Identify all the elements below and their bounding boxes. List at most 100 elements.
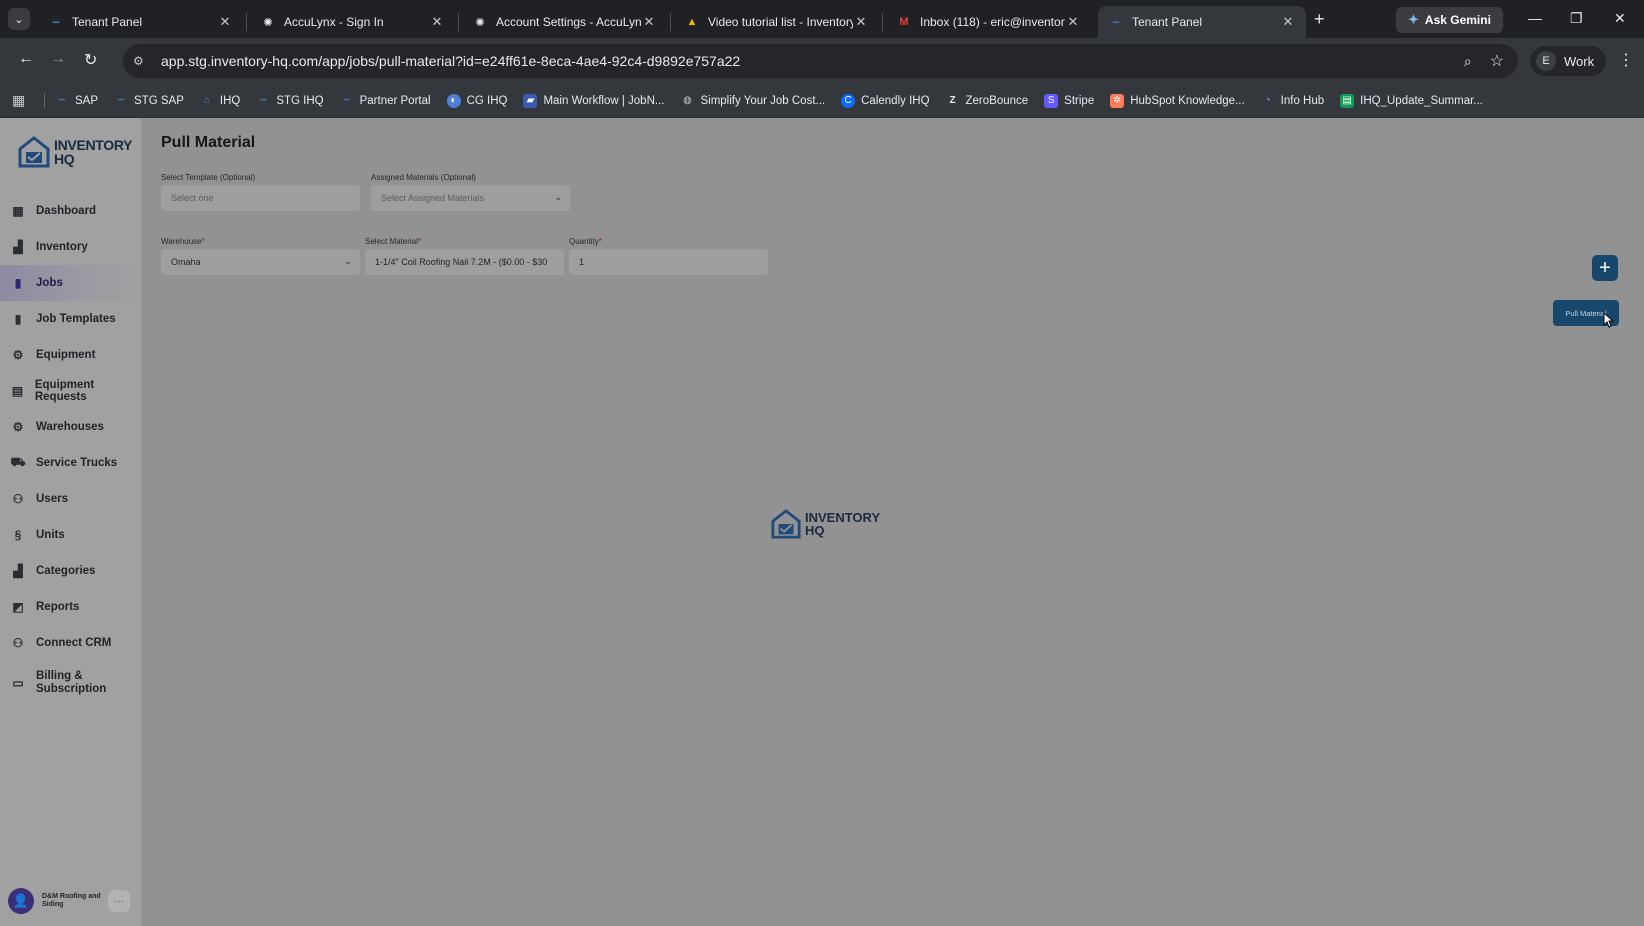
- bookmark-label: Main Workflow | JobN...: [543, 94, 665, 107]
- quantity-label: Quantity*: [569, 237, 602, 246]
- bookmark-hubspot[interactable]: ✲ HubSpot Knowledge...: [1110, 93, 1245, 108]
- bookmark-partner-portal[interactable]: ━ Partner Portal: [340, 94, 431, 108]
- bookmark-ihq-update-summary[interactable]: ▤ IHQ_Update_Summar...: [1340, 93, 1483, 108]
- warehouse-select[interactable]: Omaha ⌄: [161, 249, 360, 275]
- close-tab-icon[interactable]: ✕: [853, 14, 869, 30]
- close-tab-icon[interactable]: ✕: [1280, 14, 1296, 30]
- ask-gemini-button[interactable]: ✦ Ask Gemini: [1396, 7, 1503, 33]
- sidebar-item-label: Warehouses: [36, 421, 104, 433]
- sap-favicon-icon: ━: [58, 95, 66, 106]
- template-select[interactable]: Select one: [161, 185, 360, 211]
- browser-tab-1[interactable]: ━ Tenant Panel ✕: [38, 6, 243, 38]
- material-select[interactable]: 1-1/4" Coil Roofing Nail 7.2M - ($0.00 -…: [365, 249, 564, 275]
- tenant-more-button[interactable]: ···: [108, 890, 130, 912]
- add-material-button[interactable]: +: [1592, 255, 1618, 281]
- sidebar-item-users[interactable]: ⚇ Users: [0, 481, 141, 517]
- zoom-icon[interactable]: ⌕: [1464, 53, 1472, 70]
- material-label-text: Select Material: [365, 237, 418, 246]
- sidebar-item-warehouses[interactable]: ⚙ Warehouses: [0, 409, 141, 445]
- close-window-icon[interactable]: ✕: [1614, 10, 1626, 27]
- address-bar[interactable]: ⚙ app.stg.inventory-hq.com/app/jobs/pull…: [123, 44, 1518, 78]
- chevron-down-icon: ⌄: [14, 13, 24, 26]
- template-label: Select Template (Optional): [161, 173, 256, 182]
- bookmark-sap[interactable]: ━ SAP: [55, 94, 98, 108]
- browser-menu-icon[interactable]: ⋮: [1618, 50, 1634, 70]
- warehouses-icon: ⚙: [12, 420, 24, 434]
- job-templates-icon: ▮: [14, 312, 22, 326]
- bookmark-stg-sap[interactable]: ━ STG SAP: [114, 94, 184, 108]
- bookmark-stripe[interactable]: S Stripe: [1044, 93, 1094, 108]
- inventory-hq-logo[interactable]: INVENTORY HQ: [18, 135, 133, 169]
- sidebar-item-service-trucks[interactable]: ⛟ Service Trucks: [0, 445, 141, 481]
- browser-tab-4[interactable]: ▲ Video tutorial list - InventoryH ✕: [674, 6, 879, 38]
- browser-tab-5[interactable]: M Inbox (118) - eric@inventory-h ✕: [886, 6, 1091, 38]
- assigned-materials-label: Assigned Materials (Optional): [371, 173, 476, 182]
- sidebar-item-connect-crm[interactable]: ⚇ Connect CRM: [0, 625, 141, 661]
- sidebar-item-label: Dashboard: [36, 205, 97, 217]
- bookmark-separator: [44, 92, 45, 109]
- bookmark-cg-ihq[interactable]: ◐ CG IHQ: [446, 93, 507, 108]
- bookmark-stg-ihq[interactable]: ━ STG IHQ: [256, 94, 323, 108]
- quantity-input[interactable]: 1: [569, 249, 768, 275]
- sidebar-item-label: Inventory: [36, 241, 88, 253]
- url-text[interactable]: app.stg.inventory-hq.com/app/jobs/pull-m…: [161, 53, 1464, 69]
- crm-icon: ⚇: [12, 636, 24, 650]
- minimize-icon[interactable]: —: [1528, 10, 1542, 26]
- bookmark-simplify-job-cost[interactable]: ◍ Simplify Your Job Cost...: [680, 94, 825, 108]
- sidebar-item-job-templates[interactable]: ▮ Job Templates: [0, 301, 141, 337]
- bookmark-star-icon[interactable]: ☆: [1490, 51, 1504, 71]
- tab-separator: [458, 13, 459, 31]
- stg-ihq-favicon-icon: ━: [260, 95, 267, 106]
- tab-separator: [882, 13, 883, 31]
- tenant-switcher[interactable]: 👤 D&M Roofing and Siding ···: [8, 888, 130, 914]
- sidebar-item-inventory[interactable]: ▟ Inventory: [0, 229, 141, 265]
- sidebar-item-billing[interactable]: ▭ Billing & Subscription: [0, 661, 141, 705]
- forward-arrow-icon[interactable]: →: [50, 50, 66, 68]
- bookmark-main-workflow[interactable]: ▰ Main Workflow | JobN...: [523, 93, 665, 108]
- template-placeholder: Select one: [171, 193, 214, 203]
- tab-title: Tenant Panel: [1132, 15, 1203, 29]
- new-tab-plus-icon[interactable]: +: [1314, 9, 1325, 30]
- warehouse-logo-icon: [771, 509, 801, 539]
- sidebar-item-units[interactable]: § Units: [0, 517, 141, 553]
- bookmark-ihq[interactable]: ⌂ IHQ: [200, 94, 240, 108]
- bookmark-zerobounce[interactable]: Z ZeroBounce: [946, 94, 1028, 108]
- close-tab-icon[interactable]: ✕: [641, 14, 657, 30]
- browser-tab-2[interactable]: ✺ AccuLynx - Sign In ✕: [250, 6, 455, 38]
- sidebar-item-reports[interactable]: ◩ Reports: [0, 589, 141, 625]
- material-label: Select Material*: [365, 237, 421, 246]
- bookmark-label: SAP: [75, 94, 99, 107]
- warehouse-label: Warehouse*: [161, 237, 205, 246]
- sidebar-item-label: Service Trucks: [36, 457, 118, 469]
- mouse-cursor-icon: [1603, 312, 1615, 328]
- reload-icon[interactable]: ↻: [84, 50, 97, 70]
- close-tab-icon[interactable]: ✕: [217, 14, 233, 30]
- back-arrow-icon[interactable]: ←: [18, 50, 34, 68]
- sidebar-item-dashboard[interactable]: ▦ Dashboard: [0, 193, 141, 229]
- sidebar-item-equipment-requests[interactable]: ▤ Equipment Requests: [0, 373, 141, 409]
- tab-search-button[interactable]: ⌄: [8, 8, 30, 30]
- zerobounce-favicon-icon: Z: [949, 95, 956, 106]
- tab-title: AccuLynx - Sign In: [284, 15, 384, 29]
- restore-icon[interactable]: ❐: [1570, 10, 1583, 27]
- gemini-sparkle-icon: ✦: [1408, 12, 1419, 27]
- profile-button[interactable]: E Work: [1530, 46, 1607, 76]
- sidebar: INVENTORY HQ ▦ Dashboard ▟ Inventory ▮ Jobs…: [0, 118, 141, 926]
- apps-grid-icon[interactable]: ▦: [12, 92, 40, 109]
- bookmark-info-hub[interactable]: ◔ Info Hub: [1261, 94, 1325, 108]
- hubspot-favicon-icon: ✲: [1110, 93, 1125, 108]
- bookmark-calendly-ihq[interactable]: C Calendly IHQ: [841, 93, 930, 108]
- sidebar-item-categories[interactable]: ▟ Categories: [0, 553, 141, 589]
- profile-name: Work: [1564, 53, 1595, 69]
- browser-tab-3[interactable]: ✺ Account Settings - AccuLynx ✕: [462, 6, 667, 38]
- sidebar-item-equipment[interactable]: ⚙ Equipment: [0, 337, 141, 373]
- site-settings-icon[interactable]: ⚙: [133, 54, 155, 68]
- sidebar-item-jobs[interactable]: ▮ Jobs: [0, 265, 141, 301]
- close-tab-icon[interactable]: ✕: [429, 14, 445, 30]
- bookmark-label: Info Hub: [1280, 94, 1325, 107]
- browser-tab-6-active[interactable]: ━ Tenant Panel ✕: [1098, 6, 1306, 38]
- close-tab-icon[interactable]: ✕: [1065, 14, 1081, 30]
- google-sheets-favicon-icon: ▤: [1340, 93, 1355, 108]
- warehouse-value: Omaha: [171, 257, 201, 267]
- assigned-materials-select[interactable]: Select Assigned Materials ⌄: [371, 185, 570, 211]
